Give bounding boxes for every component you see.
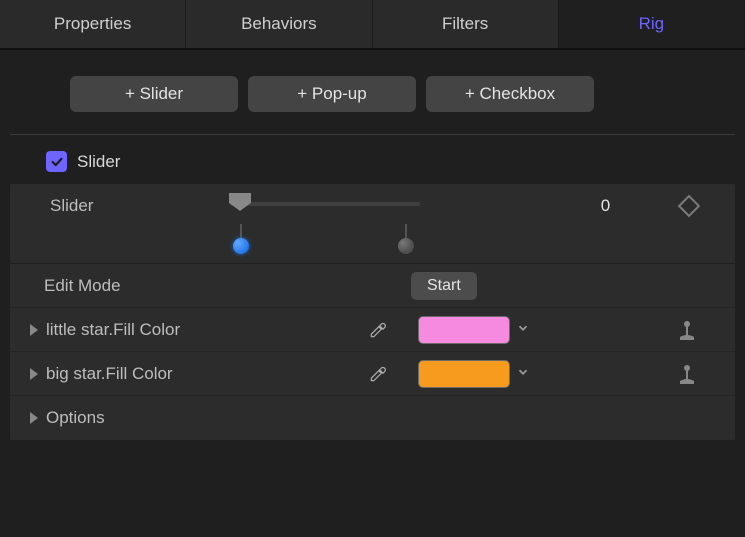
color-swatch[interactable] (418, 316, 510, 344)
slider-thumb[interactable] (229, 193, 251, 211)
slider-panel: Slider 0 Edit Mode Start little star.Fil… (10, 184, 735, 440)
slider-label: Slider (10, 194, 230, 216)
options-row: Options (10, 396, 735, 440)
slider-track (230, 202, 420, 206)
param-label: big star.Fill Color (46, 364, 358, 384)
edit-mode-label: Edit Mode (30, 276, 350, 296)
tab-behaviors[interactable]: Behaviors (186, 0, 372, 48)
slider-enable-checkbox[interactable] (46, 151, 67, 172)
tab-filters[interactable]: Filters (373, 0, 559, 48)
slider-section-header: Slider (0, 143, 745, 180)
add-slider-button[interactable]: + Slider (70, 76, 238, 112)
param-row-big-star-fill-color: big star.Fill Color (10, 352, 735, 396)
snapshot-handle[interactable] (398, 238, 414, 254)
disclosure-triangle-icon[interactable] (30, 324, 38, 336)
disclosure-triangle-icon[interactable] (30, 368, 38, 380)
inspector-tabs: Properties Behaviors Filters Rig (0, 0, 745, 50)
param-row-little-star-fill-color: little star.Fill Color (10, 308, 735, 352)
slider-row: Slider 0 (10, 184, 735, 264)
eyedropper-icon[interactable] (358, 320, 398, 340)
chevron-down-icon[interactable] (516, 364, 530, 384)
slider-control[interactable] (230, 194, 420, 244)
slider-value[interactable]: 0 (420, 194, 681, 216)
color-swatch[interactable] (418, 360, 510, 388)
add-checkbox-button[interactable]: + Checkbox (426, 76, 594, 112)
keyframe-icon[interactable] (678, 195, 701, 218)
param-label: little star.Fill Color (46, 320, 358, 340)
add-widget-row: + Slider + Pop-up + Checkbox (0, 50, 745, 134)
edit-mode-start-button[interactable]: Start (410, 271, 478, 301)
chevron-down-icon[interactable] (516, 320, 530, 340)
divider (10, 134, 735, 135)
eyedropper-icon[interactable] (358, 364, 398, 384)
snapshot-handle-active[interactable] (233, 238, 249, 254)
rig-joystick-icon[interactable] (677, 363, 697, 385)
tab-properties[interactable]: Properties (0, 0, 186, 48)
add-popup-button[interactable]: + Pop-up (248, 76, 416, 112)
disclosure-triangle-icon[interactable] (30, 412, 38, 424)
tab-rig[interactable]: Rig (559, 0, 745, 48)
edit-mode-row: Edit Mode Start (10, 264, 735, 308)
slider-section-title: Slider (77, 152, 120, 172)
options-label: Options (46, 408, 105, 428)
rig-joystick-icon[interactable] (677, 319, 697, 341)
